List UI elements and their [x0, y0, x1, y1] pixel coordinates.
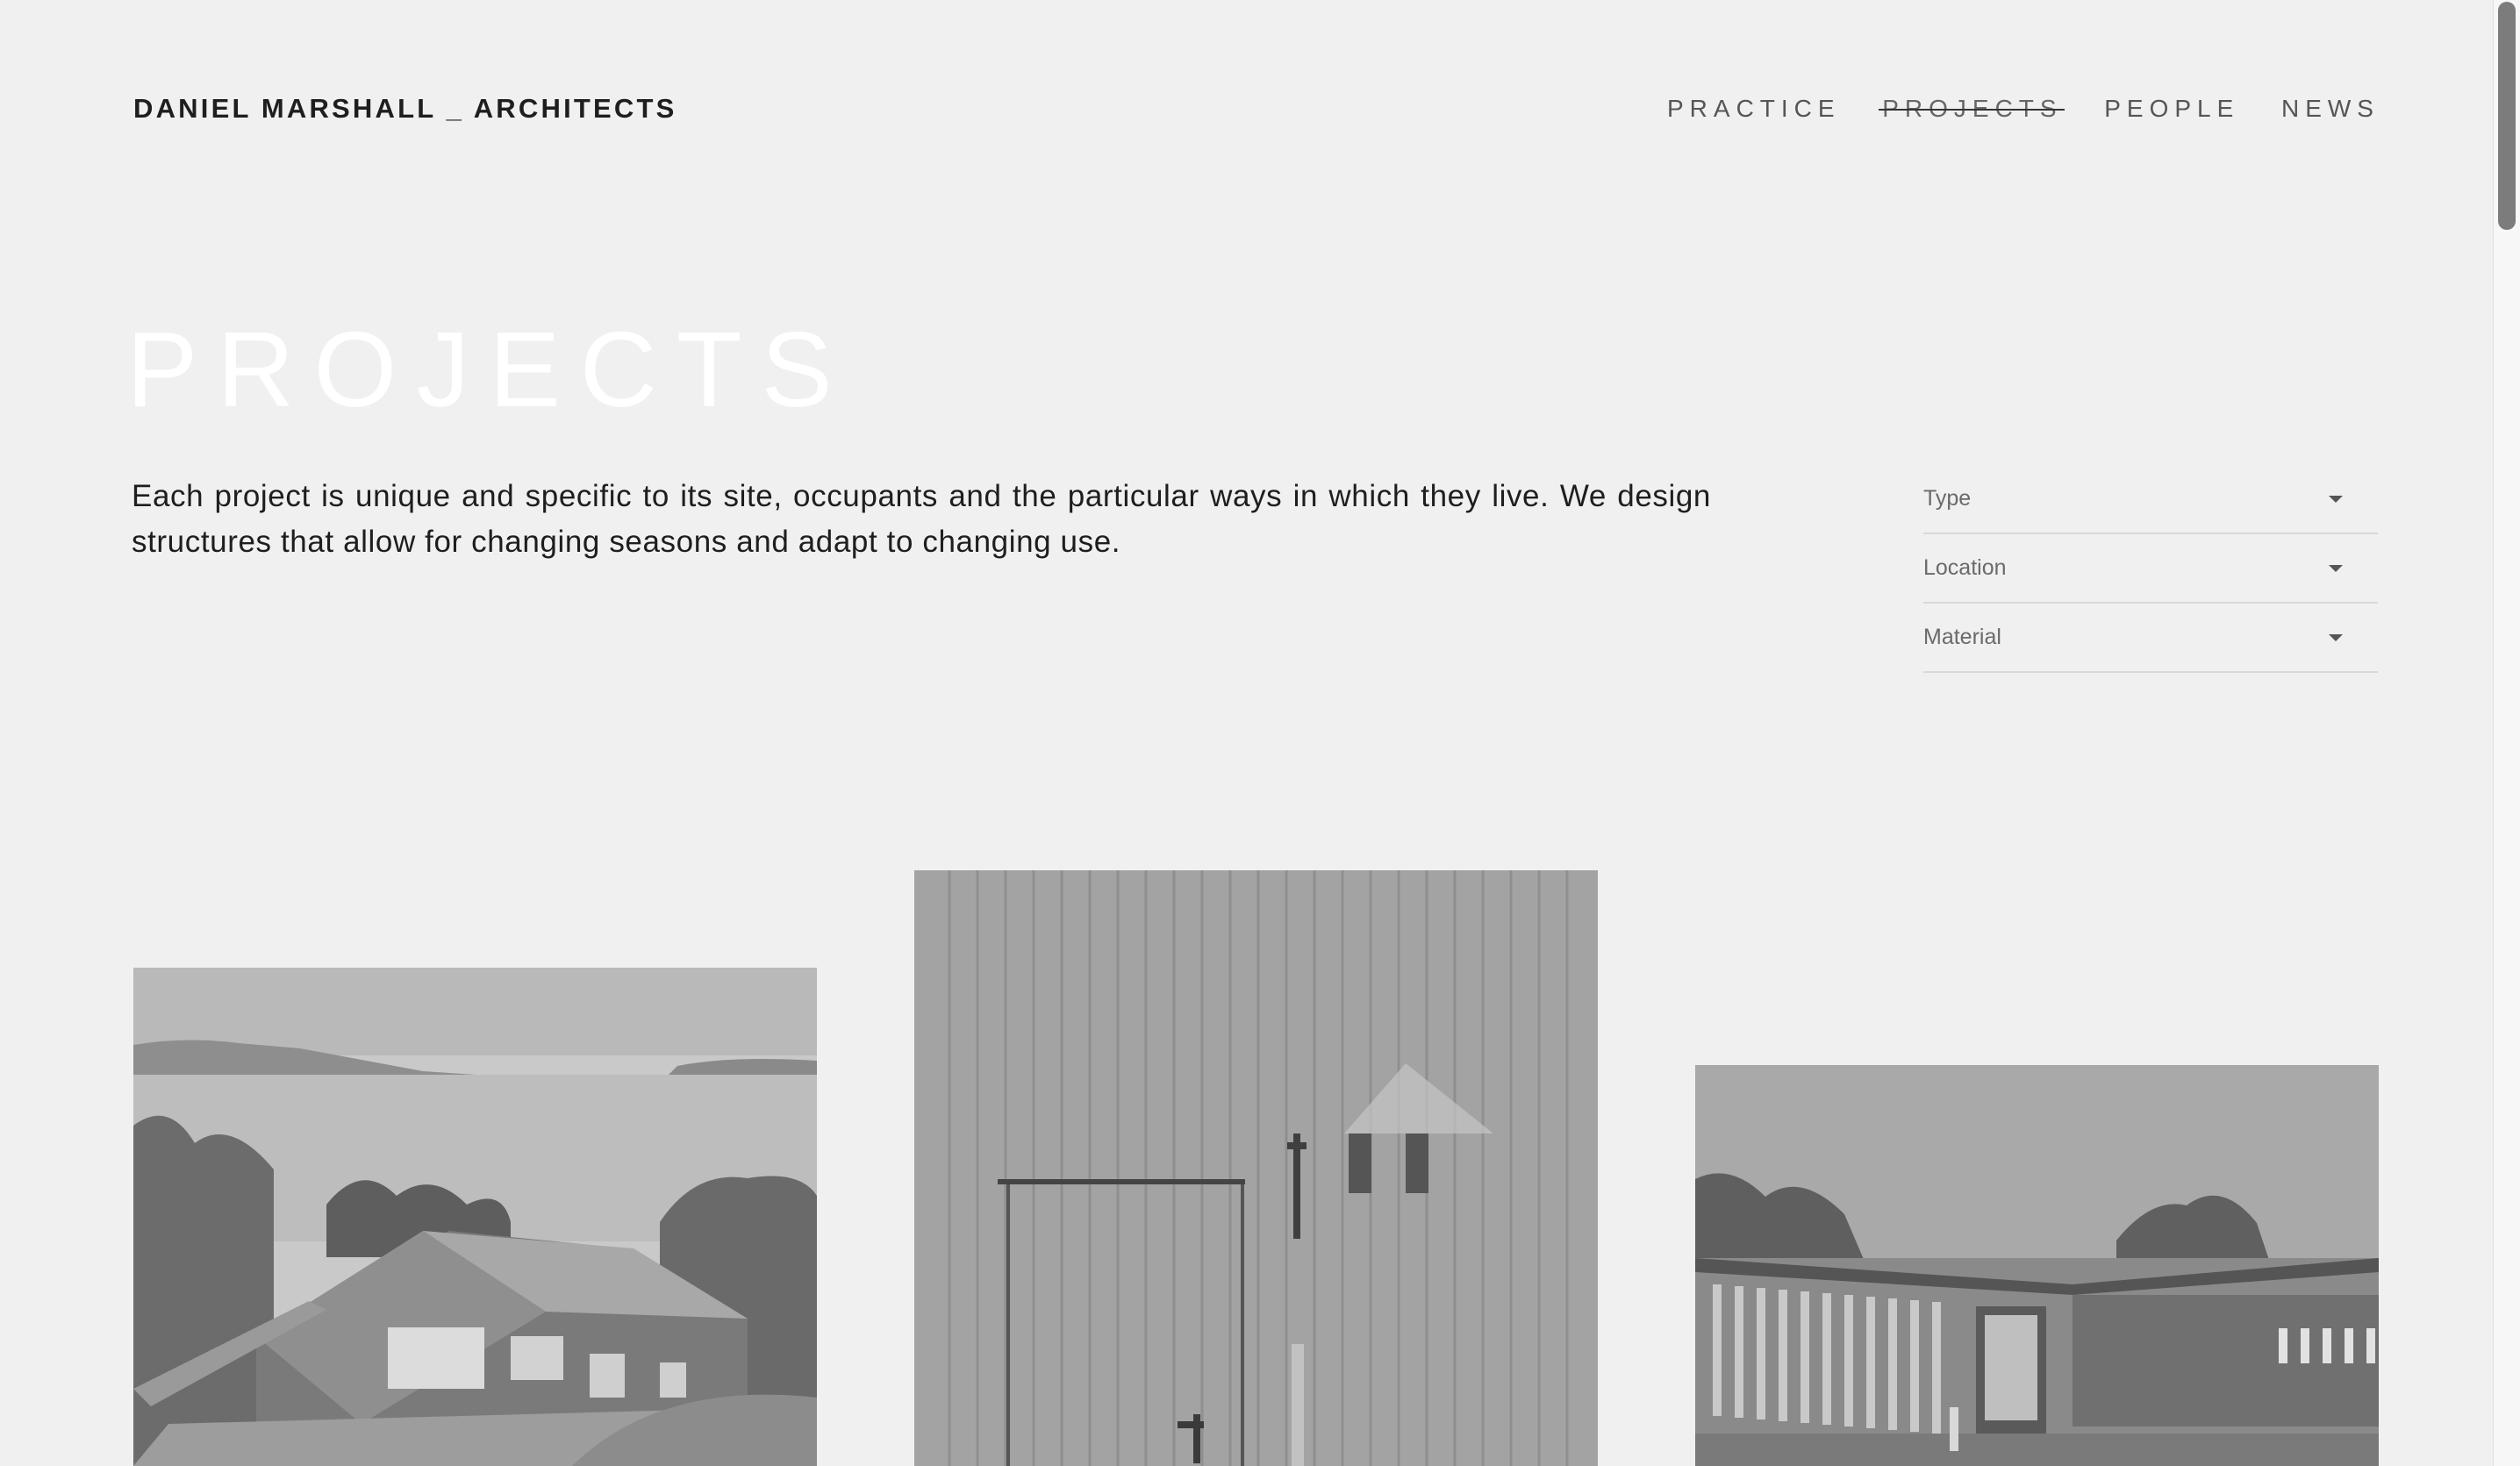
filter-label: Type [1923, 486, 1972, 511]
nav-item-projects[interactable]: PROJECTS [1879, 95, 2065, 123]
filter-type-dropdown[interactable]: Type [1923, 465, 2378, 534]
project-card-courtyard-house[interactable] [1695, 1065, 2379, 1466]
scrollbar-thumb[interactable] [2498, 2, 2516, 230]
filter-material-dropdown[interactable]: Material [1923, 604, 2378, 673]
courtyard-house-photo [1695, 1065, 2379, 1466]
project-card-coastal-house[interactable] [133, 968, 817, 1466]
timber-door-photo [914, 870, 1598, 1466]
caret-down-icon [2329, 633, 2343, 641]
project-filters: Type Location Material [1923, 465, 2378, 673]
nav-item-news[interactable]: NEWS [2281, 95, 2380, 123]
page: DANIEL MARSHALL _ ARCHITECTS PRACTICE PR… [0, 0, 2520, 1466]
site-logo[interactable]: DANIEL MARSHALL _ ARCHITECTS [133, 93, 677, 125]
filter-location-dropdown[interactable]: Location [1923, 534, 2378, 604]
nav-item-practice[interactable]: PRACTICE [1667, 95, 1841, 123]
project-card-timber-door[interactable] [914, 870, 1598, 1466]
filter-label: Material [1923, 625, 2001, 649]
filter-label: Location [1923, 555, 2007, 580]
page-title: PROJECTS [126, 310, 852, 429]
caret-down-icon [2329, 495, 2343, 503]
nav-item-people[interactable]: PEOPLE [2104, 95, 2239, 123]
coastal-house-photo [133, 968, 817, 1466]
intro-text: Each project is unique and specific to i… [132, 479, 1711, 559]
main-nav: PRACTICE PROJECTS PEOPLE NEWS [1667, 95, 2380, 123]
scrollbar[interactable] [2493, 0, 2520, 1466]
caret-down-icon [2329, 564, 2343, 572]
